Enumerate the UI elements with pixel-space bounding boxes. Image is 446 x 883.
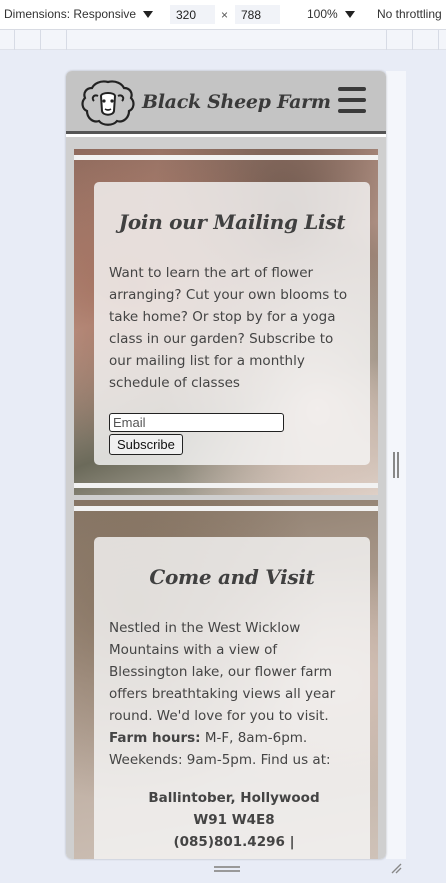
dimensions-label: Dimensions: Responsive [4,7,137,21]
mailing-list-title: Join our Mailing List [118,210,346,234]
device-toolbar: Dimensions: Responsive × 100% No throttl… [0,0,446,30]
resize-handle-right[interactable] [393,452,399,478]
device-viewport: Black Sheep Farm Join our Mailing List W… [66,71,386,859]
mailing-list-description: Want to learn the art of flower arrangin… [109,265,348,391]
height-input[interactable] [235,5,280,24]
sheep-logo-icon[interactable] [80,78,136,128]
mailing-list-card: Join our Mailing List Want to learn the … [94,182,370,465]
address-line-2: W91 W4E8 [193,812,275,828]
resize-corner-icon[interactable] [390,862,402,874]
dimensions-dropdown[interactable]: Dimensions: Responsive [4,7,154,21]
chevron-down-icon [143,10,154,18]
visit-card: Come and Visit Nestled in the West Wickl… [94,537,370,859]
brand-name[interactable]: Black Sheep Farm [142,91,331,113]
media-query-ruler[interactable] [0,30,446,50]
email-input[interactable] [109,413,284,432]
visit-description: Nestled in the West Wicklow Mountains wi… [109,617,359,771]
chevron-down-icon [344,10,355,18]
throttling-label: No throttling [377,7,442,21]
farm-hours-label: Farm hours: [109,730,201,746]
subscribe-button[interactable]: Subscribe [109,434,183,455]
menu-hamburger-icon[interactable] [338,87,366,113]
visit-body-text: Nestled in the West Wicklow Mountains wi… [109,620,336,724]
visit-section: Come and Visit Nestled in the West Wickl… [74,500,378,859]
address-block: Ballintober, Hollywood W91 W4E8 (085)801… [109,787,359,853]
throttling-dropdown[interactable]: No throttling [377,7,442,21]
zoom-dropdown[interactable]: 100% [307,7,355,21]
site-header: Black Sheep Farm [66,71,386,134]
visit-title: Come and Visit [149,565,315,589]
resize-handle-bottom[interactable] [214,866,240,872]
address-line-1: Ballintober, Hollywood [148,790,320,806]
width-input[interactable] [170,5,215,24]
divider-stripe [74,506,378,511]
times-symbol: × [221,8,229,22]
mailing-list-section: Join our Mailing List Want to learn the … [74,149,378,495]
phone-number[interactable]: (085)801.4296 | [109,831,359,853]
zoom-label: 100% [307,7,338,21]
divider-stripe [74,483,378,488]
divider-stripe [74,155,378,160]
main-content: Join our Mailing List Want to learn the … [66,137,386,859]
